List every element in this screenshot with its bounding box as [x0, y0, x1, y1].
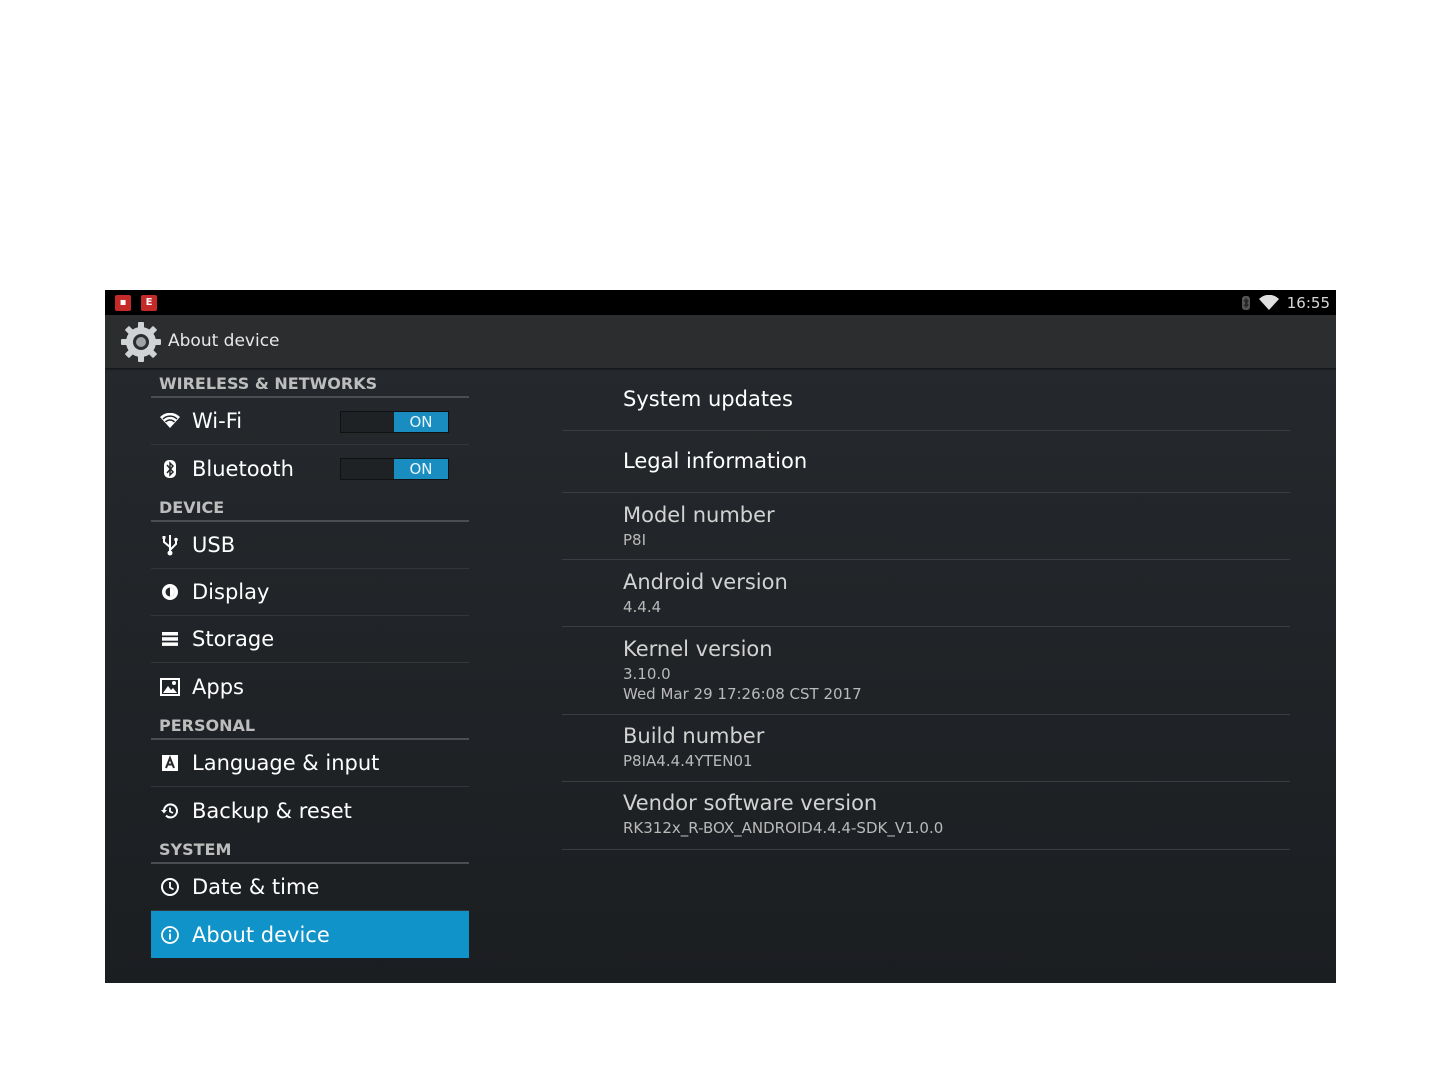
detail-summary: P8IA4.4.4YTEN01 [623, 752, 753, 770]
sidebar-item-backup[interactable]: Backup & reset [151, 787, 469, 834]
detail-title: Android version [623, 570, 788, 594]
detail-title: Build number [623, 724, 765, 748]
detail-summary-date: Wed Mar 29 17:26:08 CST 2017 [623, 685, 862, 703]
sidebar-item-label: About device [192, 922, 330, 947]
sidebar-item-label: USB [192, 533, 236, 557]
sidebar-item-label: Date & time [192, 875, 320, 899]
backup-icon [159, 800, 181, 822]
detail-summary: 4.4.4 [623, 598, 662, 616]
detail-model-number[interactable]: Model number P8I [562, 493, 1290, 560]
sidebar-item-label: Display [192, 580, 270, 604]
usb-icon [159, 534, 181, 556]
page-title: About device [168, 331, 280, 351]
clock-icon [159, 876, 181, 898]
bluetooth-toggle[interactable]: ON [340, 458, 449, 480]
bluetooth-icon [159, 458, 181, 480]
status-bar: ▪ E 16:55 [105, 290, 1336, 315]
app-red-icon: ▪ [115, 295, 131, 311]
detail-system-updates[interactable]: System updates [562, 368, 1290, 431]
info-icon [159, 924, 181, 946]
display-icon [159, 581, 181, 603]
app-e-icon: E [141, 295, 157, 311]
sidebar-item-wifi[interactable]: Wi-Fi ON [151, 398, 469, 445]
section-header-wireless: WIRELESS & NETWORKS [151, 368, 469, 398]
detail-summary: 3.10.0 [623, 665, 671, 683]
wifi-toggle-state: ON [394, 412, 448, 432]
status-clock: 16:55 [1286, 293, 1330, 312]
sidebar-item-label: Bluetooth [192, 456, 294, 481]
detail-title: System updates [623, 387, 793, 411]
bluetooth-toggle-state: ON [394, 459, 448, 479]
wifi-status-icon [1258, 294, 1279, 310]
sidebar-item-bluetooth[interactable]: Bluetooth ON [151, 445, 469, 492]
sidebar-item-language[interactable]: Language & input [151, 740, 469, 787]
sidebar-item-apps[interactable]: Apps [151, 663, 469, 710]
detail-title: Legal information [623, 449, 808, 473]
detail-build-number[interactable]: Build number P8IA4.4.4YTEN01 [562, 715, 1290, 782]
detail-android-version[interactable]: Android version 4.4.4 [562, 560, 1290, 627]
section-header-device: DEVICE [151, 492, 469, 522]
detail-legal-information[interactable]: Legal information [562, 431, 1290, 493]
about-device-list: System updates Legal information Model n… [562, 368, 1290, 850]
sidebar-item-label: Backup & reset [192, 798, 352, 823]
sidebar-item-date-time[interactable]: Date & time [151, 864, 469, 911]
sidebar-item-about-device[interactable]: About device [151, 911, 469, 958]
sidebar-item-usb[interactable]: USB [151, 522, 469, 569]
detail-summary: RK312x_R-BOX_ANDROID4.4.4-SDK_V1.0.0 [623, 819, 944, 837]
detail-title: Kernel version [623, 637, 773, 661]
apps-icon [159, 676, 181, 698]
storage-icon [159, 628, 181, 650]
wifi-toggle[interactable]: ON [340, 411, 449, 433]
settings-gear-icon[interactable] [119, 320, 163, 364]
detail-title: Vendor software version [623, 791, 878, 815]
detail-summary: P8I [623, 531, 647, 549]
section-header-personal: PERSONAL [151, 710, 469, 740]
detail-title: Model number [623, 503, 775, 527]
sidebar-item-label: Apps [192, 674, 244, 699]
detail-kernel-version[interactable]: Kernel version 3.10.0 Wed Mar 29 17:26:0… [562, 627, 1290, 715]
bluetooth-status-icon [1241, 295, 1250, 310]
sidebar-item-display[interactable]: Display [151, 569, 469, 616]
language-icon [159, 752, 181, 774]
settings-sidebar: WIRELESS & NETWORKS Wi-Fi ON Bluetooth O… [151, 368, 469, 958]
sidebar-item-label: Storage [192, 627, 275, 651]
section-header-system: SYSTEM [151, 834, 469, 864]
action-bar: About device [105, 315, 1336, 368]
sidebar-item-label: Wi-Fi [192, 409, 243, 433]
sidebar-item-storage[interactable]: Storage [151, 616, 469, 663]
android-screen: ▪ E 16:55 About device WIRELESS & NETWOR… [105, 290, 1336, 983]
detail-vendor-software-version[interactable]: Vendor software version RK312x_R-BOX_AND… [562, 782, 1290, 850]
sidebar-item-label: Language & input [192, 751, 380, 775]
wifi-icon [159, 410, 181, 432]
